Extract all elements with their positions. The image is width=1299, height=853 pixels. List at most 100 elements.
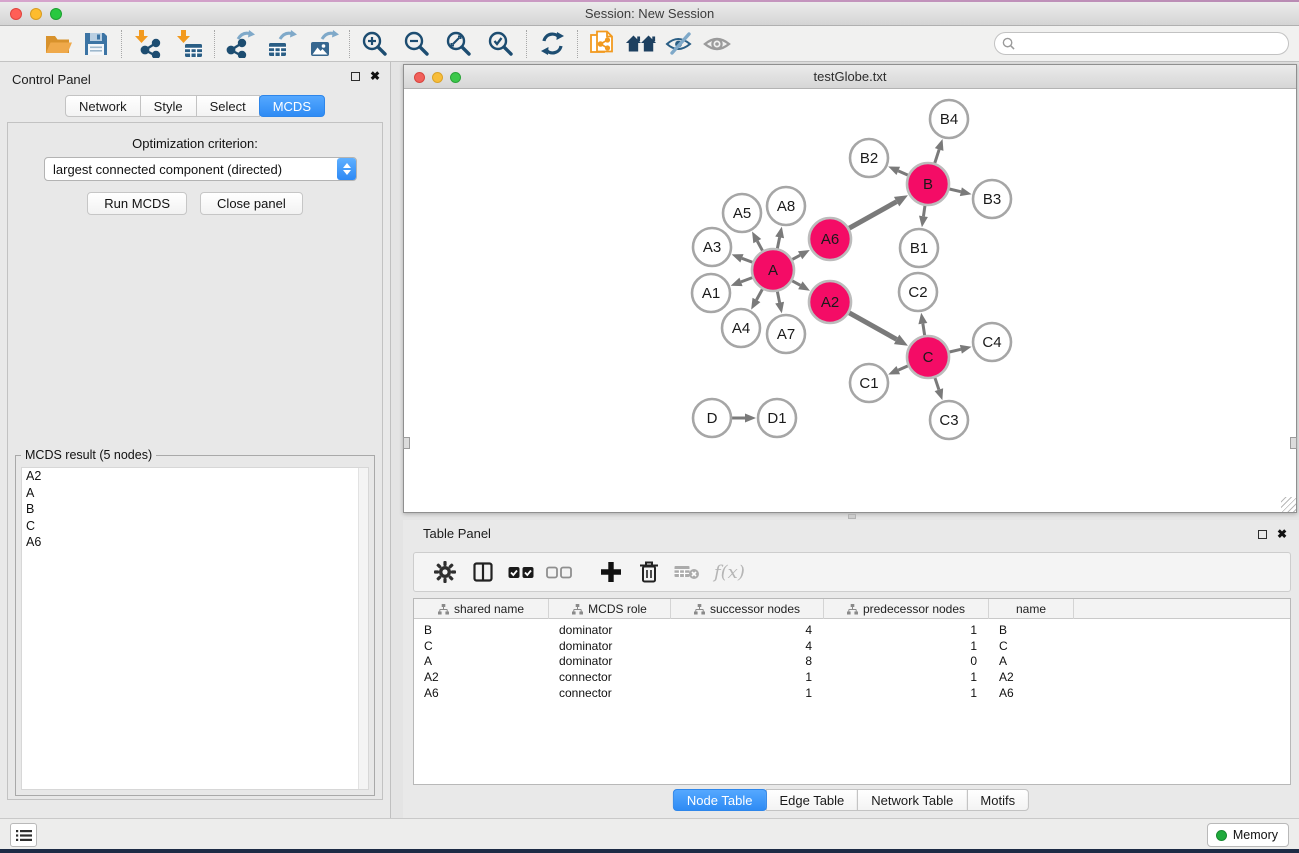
graph-node-C1[interactable]: C1 (850, 364, 888, 402)
graph-edge-A-A6[interactable] (792, 255, 800, 259)
window-resize-grip[interactable] (1281, 497, 1296, 512)
column-header-successor-nodes[interactable]: successor nodes (671, 599, 824, 619)
table-row[interactable]: Cdominator41C (414, 638, 1290, 654)
column-header-name[interactable]: name (989, 599, 1074, 619)
close-table-panel-icon[interactable]: ✖ (1277, 529, 1287, 539)
table-row[interactable]: Bdominator41B (414, 622, 1290, 638)
graph-edge-A-A8[interactable] (777, 237, 779, 248)
graph-node-A5[interactable]: A5 (723, 194, 761, 232)
tab-network[interactable]: Network (65, 95, 141, 117)
graph-edge-C-C2[interactable] (923, 324, 925, 336)
graph-node-C[interactable]: C (907, 336, 949, 378)
open-session-icon[interactable] (42, 29, 74, 59)
close-panel-button[interactable]: Close panel (200, 192, 303, 215)
run-mcds-button[interactable]: Run MCDS (87, 192, 187, 215)
search-input[interactable] (1019, 34, 1288, 53)
window-edge-grip[interactable] (1290, 437, 1297, 449)
float-panel-icon[interactable] (351, 72, 360, 81)
graph-node-B3[interactable]: B3 (973, 180, 1011, 218)
graph-node-A8[interactable]: A8 (767, 187, 805, 225)
graph-node-A2[interactable]: A2 (809, 281, 851, 323)
table-row[interactable]: Adominator80A (414, 654, 1290, 670)
apply-layout-icon[interactable] (536, 29, 568, 59)
zoom-in-icon[interactable] (359, 29, 391, 59)
graph-edge-B-B1[interactable] (923, 206, 924, 217)
graph-node-B4[interactable]: B4 (930, 100, 968, 138)
zoom-out-icon[interactable] (401, 29, 433, 59)
import-table-icon[interactable] (173, 29, 205, 59)
delete-table-icon[interactable] (674, 559, 700, 585)
first-neighbors-icon[interactable] (625, 29, 657, 59)
graph-node-D[interactable]: D (693, 399, 731, 437)
column-header-MCDS-role[interactable]: MCDS role (549, 599, 671, 619)
graph-edge-A2-C[interactable] (849, 313, 896, 340)
graph-edge-B-B2[interactable] (898, 171, 908, 175)
table-tab-network-table[interactable]: Network Table (857, 789, 967, 811)
search-field[interactable] (994, 32, 1289, 55)
graph-edge-A-A1[interactable] (741, 278, 752, 282)
graph-edge-B-B4[interactable] (935, 149, 939, 163)
select-all-rows-icon[interactable] (508, 559, 534, 585)
graph-node-C2[interactable]: C2 (899, 273, 937, 311)
split-divider-handle[interactable] (848, 514, 856, 519)
graph-node-A4[interactable]: A4 (722, 309, 760, 347)
column-header-shared-name[interactable]: shared name (414, 599, 549, 619)
table-tab-edge-table[interactable]: Edge Table (765, 789, 858, 811)
mcds-result-item[interactable]: C (22, 518, 368, 535)
deselect-all-rows-icon[interactable] (546, 559, 572, 585)
graph-node-B2[interactable]: B2 (850, 139, 888, 177)
graph-edge-C-C1[interactable] (898, 366, 908, 370)
hide-selected-icon[interactable] (663, 29, 695, 59)
graph-edge-A-A4[interactable] (756, 289, 762, 300)
create-column-plus-icon[interactable] (598, 559, 624, 585)
export-table-icon[interactable] (266, 29, 298, 59)
tab-style[interactable]: Style (140, 95, 197, 117)
function-builder-icon[interactable]: f(x) (714, 562, 745, 583)
table-tab-node-table[interactable]: Node Table (673, 789, 767, 811)
graph-node-C3[interactable]: C3 (930, 401, 968, 439)
graph-edge-C-C4[interactable] (949, 349, 960, 352)
graph-edge-A-A5[interactable] (757, 241, 762, 251)
graph-edge-A-A7[interactable] (777, 292, 779, 303)
graph-edge-C-C3[interactable] (935, 378, 939, 390)
graph-edge-A6-B[interactable] (849, 202, 896, 229)
graph-node-B1[interactable]: B1 (900, 229, 938, 267)
table-row[interactable]: A6connector11A6 (414, 685, 1290, 701)
mcds-result-item[interactable]: B (22, 501, 368, 518)
mcds-result-item[interactable]: A2 (22, 468, 368, 485)
memory-button[interactable]: Memory (1207, 823, 1289, 847)
new-network-from-selection-icon[interactable] (587, 29, 619, 59)
graph-node-A[interactable]: A (752, 249, 794, 291)
close-panel-icon[interactable]: ✖ (370, 71, 380, 81)
import-network-icon[interactable] (131, 29, 163, 59)
table-settings-gear-icon[interactable] (432, 559, 458, 585)
task-history-button[interactable] (10, 823, 37, 847)
show-columns-icon[interactable] (470, 559, 496, 585)
zoom-selected-icon[interactable] (485, 29, 517, 59)
graph-node-D1[interactable]: D1 (758, 399, 796, 437)
column-header-predecessor-nodes[interactable]: predecessor nodes (824, 599, 989, 619)
graph-node-C4[interactable]: C4 (973, 323, 1011, 361)
graph-edge-A-A2[interactable] (792, 281, 800, 286)
graph-node-A1[interactable]: A1 (692, 274, 730, 312)
graph-node-A6[interactable]: A6 (809, 218, 851, 260)
tab-mcds[interactable]: MCDS (259, 95, 325, 117)
network-window-titlebar[interactable]: testGlobe.txt (404, 65, 1296, 89)
scrollbar[interactable] (358, 468, 368, 789)
float-table-panel-icon[interactable] (1258, 530, 1267, 539)
export-network-icon[interactable] (224, 29, 256, 59)
delete-column-trash-icon[interactable] (636, 559, 662, 585)
graph-node-B[interactable]: B (907, 163, 949, 205)
network-canvas[interactable]: B4 B2 B B3 B1 A5A8A6 A3 A A1 C2 A2 A4A7 C C4 C1 C3 D D1 (404, 89, 1296, 512)
graph-node-A3[interactable]: A3 (693, 228, 731, 266)
graph-edge-A-A3[interactable] (742, 258, 752, 262)
export-image-icon[interactable] (308, 29, 340, 59)
mcds-result-item[interactable]: A6 (22, 534, 368, 551)
graph-node-A7[interactable]: A7 (767, 315, 805, 353)
tab-select[interactable]: Select (196, 95, 260, 117)
zoom-fit-icon[interactable] (443, 29, 475, 59)
show-all-icon[interactable] (701, 29, 733, 59)
criterion-dropdown[interactable]: largest connected component (directed) (44, 157, 357, 181)
window-edge-grip[interactable] (403, 437, 410, 449)
save-session-icon[interactable] (80, 29, 112, 59)
